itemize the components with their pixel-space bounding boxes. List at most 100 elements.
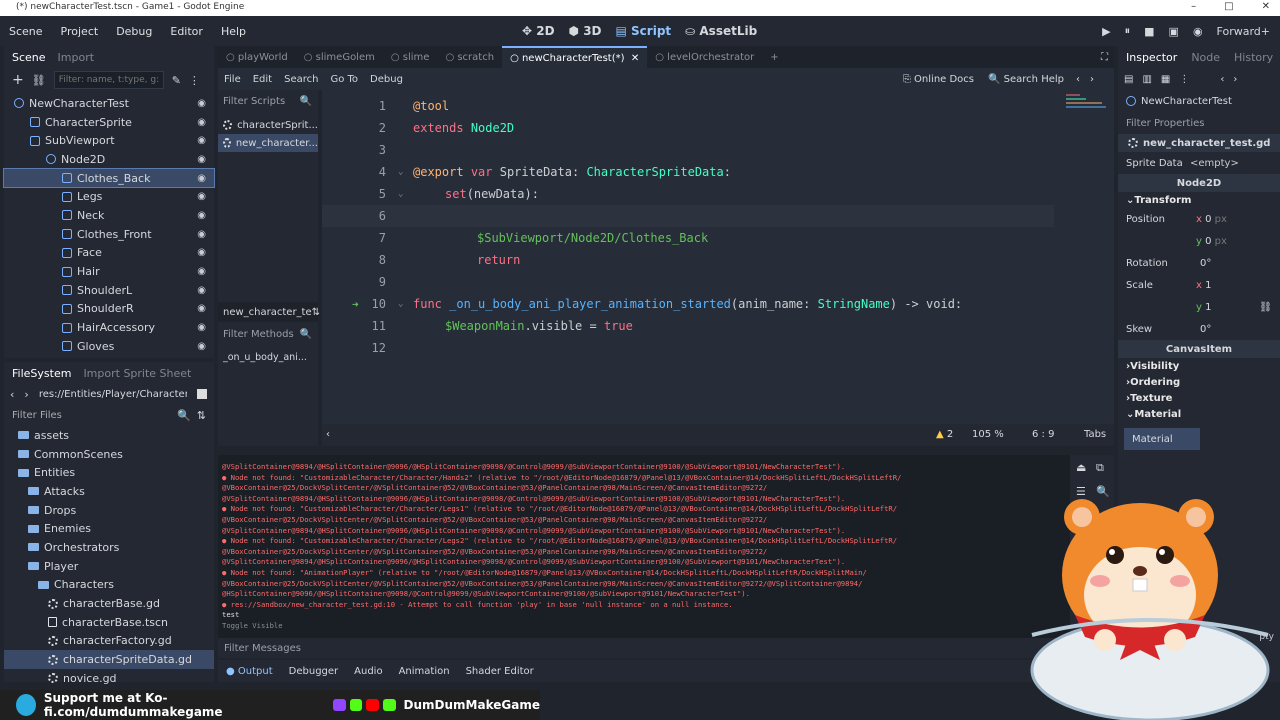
filter-messages-input[interactable]: Filter Messages xyxy=(218,638,1070,658)
menu-scene[interactable]: Scene xyxy=(0,25,52,38)
fs-filter-input[interactable]: Filter Files xyxy=(12,410,177,421)
visibility-eye-icon[interactable]: ◉ xyxy=(197,266,206,277)
tab-scratch[interactable]: ○ scratch xyxy=(437,46,502,68)
folder-item[interactable]: Attacks xyxy=(4,482,214,501)
tab-slimegolem[interactable]: ○ slimeGolem xyxy=(296,46,383,68)
material-section[interactable]: ⌄ Material xyxy=(1118,406,1280,422)
scene-tree-node[interactable]: CharacterSprite ◉ xyxy=(4,113,214,132)
next-script-icon[interactable]: › xyxy=(1090,74,1094,85)
transform-section[interactable]: ⌄ Transform xyxy=(1118,192,1280,208)
visibility-eye-icon[interactable]: ◉ xyxy=(197,117,206,128)
sprite-data-property[interactable]: Sprite Data <empty> xyxy=(1118,152,1280,174)
code-line[interactable]: 1 @tool xyxy=(322,95,1114,117)
file-item[interactable]: characterFactory.gd xyxy=(4,632,214,651)
close-button[interactable]: ✕ xyxy=(1262,1,1270,12)
search-help-button[interactable]: 🔍 Search Help xyxy=(988,74,1064,85)
pause-icon[interactable]: ⏸ xyxy=(1125,24,1131,38)
visibility-eye-icon[interactable]: ◉ xyxy=(197,173,206,184)
scene-tree-node[interactable]: Clothes_Back ◉ xyxy=(3,167,215,189)
scale-x[interactable]: 1 xyxy=(1205,280,1211,291)
visibility-eye-icon[interactable]: ◉ xyxy=(197,285,206,296)
menu-editor[interactable]: Editor xyxy=(161,25,212,38)
script-icon[interactable]: ✎ xyxy=(172,74,181,87)
warning-icon[interactable]: ▲ 2 xyxy=(936,429,953,440)
code-line[interactable]: ➜ 10 ⌄ func _on_u_body_ani_player_animat… xyxy=(322,293,1114,315)
mode-assetlib[interactable]: ⛀ AssetLib xyxy=(685,24,757,38)
prev-script-icon[interactable]: ‹ xyxy=(1076,74,1080,85)
mode-script[interactable]: ▤ Script xyxy=(616,24,672,38)
filter-scripts-input[interactable]: Filter Scripts xyxy=(223,96,285,107)
open-icon[interactable]: ▥ xyxy=(1142,74,1151,85)
file-item[interactable]: novice.gd xyxy=(4,669,214,688)
inspected-node[interactable]: NewCharacterTest xyxy=(1118,90,1280,112)
collapse-icon[interactable]: ‹ xyxy=(326,429,330,440)
file-item[interactable]: characterSpriteData.gd xyxy=(4,650,214,669)
folder-item[interactable]: Player xyxy=(4,557,214,576)
sort-icon[interactable]: ⇅ xyxy=(197,409,206,422)
scene-tree-node[interactable]: Hair ◉ xyxy=(4,262,214,281)
zoom-level[interactable]: 105 % xyxy=(972,429,1004,440)
position-y[interactable]: 0 xyxy=(1205,236,1211,247)
script-menu-edit[interactable]: Edit xyxy=(247,74,278,85)
indent-mode[interactable]: Tabs xyxy=(1084,429,1106,440)
tab-import-sprite-sheet[interactable]: Import Sprite Sheet xyxy=(83,367,191,380)
new-resource-icon[interactable]: ▤ xyxy=(1124,74,1133,85)
tab-output[interactable]: ● Output xyxy=(226,666,273,677)
visibility-eye-icon[interactable]: ◉ xyxy=(197,341,206,352)
script-menu-file[interactable]: File xyxy=(218,74,247,85)
tab-inspector[interactable]: Inspector xyxy=(1126,51,1177,64)
code-line[interactable]: 6 xyxy=(322,205,1114,227)
scale-property[interactable]: Scale x 1 xyxy=(1118,274,1280,296)
code-line[interactable]: 4 ⌄ @export var SpriteData: CharacterSpr… xyxy=(322,161,1114,183)
scene-tree-node[interactable]: SubViewport ◉ xyxy=(4,131,214,150)
visibility-eye-icon[interactable]: ◉ xyxy=(197,98,206,109)
script-item-selected[interactable]: new_character... xyxy=(218,134,318,152)
code-editor[interactable]: 1 @tool 2 extends Node2D 3 4 ⌄ @export v… xyxy=(322,90,1114,424)
code-line[interactable]: 9 xyxy=(322,271,1114,293)
visibility-eye-icon[interactable]: ◉ xyxy=(197,303,206,314)
scale-y[interactable]: 1 xyxy=(1205,302,1211,313)
folder-item[interactable]: Drops xyxy=(4,501,214,520)
tab-animation[interactable]: Animation xyxy=(399,666,450,677)
menu-help[interactable]: Help xyxy=(212,25,255,38)
link-icon[interactable]: ⛓ xyxy=(32,74,46,87)
add-node-icon[interactable]: + xyxy=(12,72,24,88)
code-line[interactable]: 7 $SubViewport/Node2D/Clothes_Back xyxy=(322,227,1114,249)
folder-item[interactable]: Entities xyxy=(4,463,214,482)
script-menu-search[interactable]: Search xyxy=(278,74,324,85)
split-icon[interactable] xyxy=(196,389,207,399)
scene-filter-input[interactable] xyxy=(53,71,164,89)
script-item[interactable]: characterSprit... xyxy=(218,116,318,134)
code-line[interactable]: 3 xyxy=(322,139,1114,161)
folder-item[interactable]: Orchestrators xyxy=(4,538,214,557)
file-item[interactable]: characterBase.gd xyxy=(4,594,214,613)
tab-levelorchestrator[interactable]: ○ levelOrchestrator xyxy=(647,46,762,68)
script-menu-goto[interactable]: Go To xyxy=(324,74,364,85)
tab-shader-editor[interactable]: Shader Editor xyxy=(466,666,534,677)
minimap[interactable] xyxy=(1066,92,1106,114)
tab-import[interactable]: Import xyxy=(58,51,95,64)
material-property[interactable]: Material xyxy=(1124,428,1200,450)
menu-icon[interactable]: ⋮ xyxy=(189,74,200,87)
visibility-eye-icon[interactable]: ◉ xyxy=(197,191,206,202)
folder-item[interactable]: Characters xyxy=(4,576,214,595)
visibility-eye-icon[interactable]: ◉ xyxy=(197,154,206,165)
maximize-button[interactable]: □ xyxy=(1224,1,1233,12)
filter-properties-input[interactable]: Filter Properties xyxy=(1118,112,1280,134)
link-icon[interactable]: ⛓ xyxy=(1259,302,1272,313)
renderer-label[interactable]: Forward+ xyxy=(1217,25,1270,38)
tab-audio[interactable]: Audio xyxy=(354,666,382,677)
code-line[interactable]: 5 ⌄ set(newData): xyxy=(322,183,1114,205)
property-value[interactable]: <empty> xyxy=(1190,158,1239,169)
skew-value[interactable]: 0 xyxy=(1200,324,1206,335)
ordering-section[interactable]: › Ordering xyxy=(1118,374,1280,390)
fold-icon[interactable]: ⌄ xyxy=(398,167,403,177)
back-icon[interactable]: ‹ xyxy=(10,388,14,401)
forward-icon[interactable]: › xyxy=(1233,74,1237,85)
tab-newcharactertest[interactable]: ○ newCharacterTest(*) ✕ xyxy=(502,46,648,68)
position-property[interactable]: Position x 0 px xyxy=(1118,208,1280,230)
sort-icon[interactable]: ⇅ xyxy=(312,307,320,318)
rotation-value[interactable]: 0 xyxy=(1200,258,1206,269)
movie-icon[interactable]: ◉ xyxy=(1193,25,1203,38)
fold-icon[interactable]: ⌄ xyxy=(398,189,403,199)
